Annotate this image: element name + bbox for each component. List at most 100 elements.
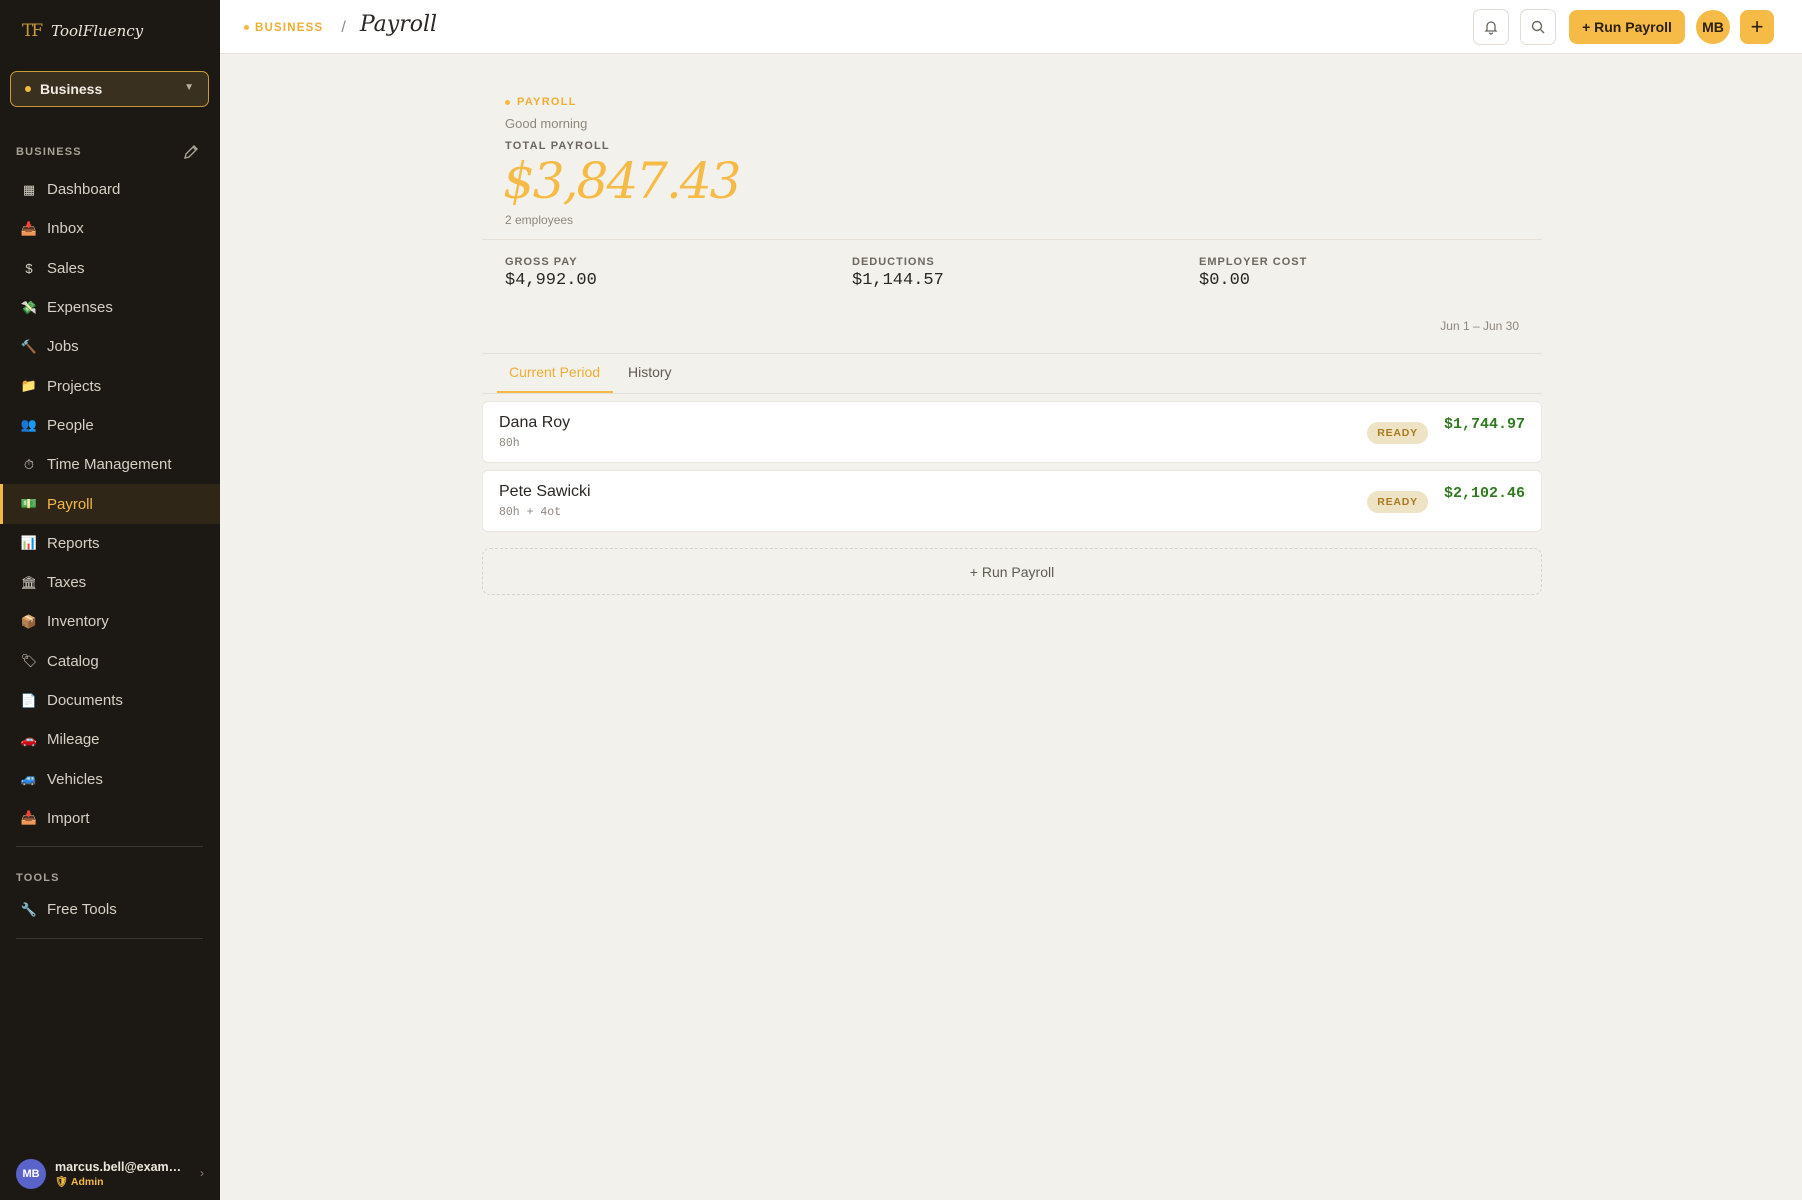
bar-chart-icon: 📊 [20,535,38,551]
sidebar-item-reports[interactable]: 📊 Reports [0,524,220,563]
banknote-icon: 💵 [20,496,38,512]
chevron-right-icon: › [200,1166,204,1180]
breadcrumb: BUSINESS / Payroll [244,12,437,37]
greeting: Good morning [505,116,588,131]
sidebar-item-dashboard[interactable]: ▦ Dashboard [0,170,220,209]
sidebar-item-import[interactable]: 📥 Import [0,799,220,838]
search-icon [1531,20,1545,34]
run-payroll-button[interactable]: + Run Payroll [1569,10,1685,44]
sidebar-item-label: Taxes [47,574,87,592]
sidebar-item-label: Payroll [47,495,93,513]
user-email: marcus.bell@example... [55,1160,187,1174]
sidebar-item-taxes[interactable]: 🏛 Taxes [0,563,220,602]
sidebar-item-label: Projects [47,377,102,395]
sidebar-item-expenses[interactable]: 💸 Expenses [0,288,220,327]
status-badge: READY [1367,422,1428,444]
sidebar-item-label: People [47,416,94,434]
sidebar-item-projects[interactable]: 📁 Projects [0,366,220,405]
stopwatch-icon: ⏱ [23,456,35,472]
employee-name: Pete Sawicki [499,483,591,500]
sidebar-item-time-management[interactable]: ⏱ Time Management [0,445,220,484]
sidebar-item-label: Inventory [47,613,109,631]
tab-current-period[interactable]: Current Period [509,364,600,380]
dashboard-icon: ▦ [22,181,36,197]
sidebar-item-label: Sales [47,259,85,277]
stat-employer-cost: EMPLOYER COST $0.00 [1199,256,1307,290]
employee-amount: $2,102.46 [1443,485,1525,502]
sidebar-item-free-tools[interactable]: 🔧 Free Tools [0,890,220,929]
section-label-tools: TOOLS [16,872,60,884]
breadcrumb-dot [244,25,249,30]
sidebar-item-label: Documents [47,692,123,709]
sidebar-item-catalog[interactable]: 🏷 Catalog [0,642,220,681]
user-info: marcus.bell@example... 🛡 Admin [55,1160,187,1188]
sidebar-item-label: Reports [47,534,100,552]
sidebar-item-inbox[interactable]: 📥 Inbox [0,209,220,248]
sidebar-item-label: Import [47,809,90,827]
brand-logo: TF [22,21,43,41]
page-title: Payroll [359,12,438,37]
sidebar-item-people[interactable]: 👥 People [0,406,220,445]
user-menu[interactable]: MB marcus.bell@example... 🛡 Admin › [0,1148,220,1200]
sidebar-item-label: Catalog [47,652,99,670]
search-button[interactable] [1520,9,1556,45]
employee-hours: 80h + 4ot [499,506,562,519]
workspace-label: Business [40,81,103,97]
employee-count: 2 employees [505,213,574,227]
sidebar-item-documents[interactable]: 📄 Documents [0,681,220,720]
workspace-dot [25,86,31,92]
add-button[interactable]: + [1740,10,1774,44]
brand[interactable]: TF ToolFluency [0,0,220,62]
divider [482,239,1542,240]
sidebar-item-inventory[interactable]: 📦 Inventory [0,602,220,641]
sidebar-item-mileage[interactable]: 🚗 Mileage [0,720,220,759]
stat-label: EMPLOYER COST [1199,256,1308,268]
wrench-icon: 🔧 [20,901,38,917]
active-tab-indicator [497,391,613,393]
sidebar-item-label: Expenses [47,299,113,317]
employee-hours: 80h [499,437,520,450]
section-label-business: BUSINESS [16,146,82,158]
employee-name: Dana Roy [499,414,571,431]
money-wings-icon: 💸 [20,299,38,315]
eyebrow-label: PAYROLL [517,96,577,108]
brand-name: ToolFluency [51,22,144,40]
sidebar: TF ToolFluency Business ▼ BUSINESS ▦ Dash… [0,0,220,1200]
sidebar-divider [16,938,203,939]
stat-label: GROSS PAY [505,256,578,268]
table-row[interactable]: Pete Sawicki 80h + 4ot READY $2,102.46 [482,470,1542,532]
bank-icon: 🏛 [20,574,38,590]
avatar[interactable]: MB [1696,10,1730,44]
tab-history[interactable]: History [628,364,672,380]
car-icon: 🚗 [20,731,38,747]
inbox-icon: 📥 [20,220,38,236]
sidebar-item-label: Inbox [47,220,84,238]
sidebar-item-payroll[interactable]: 💵 Payroll [0,484,220,524]
employee-amount: $1,744.97 [1443,416,1525,433]
sidebar-item-label: Dashboard [47,181,121,199]
period-range: Jun 1 – Jun 30 [1440,319,1519,333]
notifications-button[interactable] [1473,9,1509,45]
shield-icon: 🛡 [55,1176,69,1188]
stat-value: $0.00 [1199,271,1251,290]
stat-label: DEDUCTIONS [852,256,935,268]
sidebar-item-jobs[interactable]: 🔨 Jobs [0,327,220,366]
sidebar-nav: ▦ Dashboard 📥 Inbox $ Sales 💸 Expenses 🔨 Jobs 📁 Pro… [0,170,220,838]
sidebar-item-label: Vehicles [47,770,103,788]
tag-icon: 🏷 [20,653,38,669]
folder-icon: 📁 [20,378,38,394]
table-row[interactable]: Dana Roy 80h READY $1,744.97 [482,401,1542,463]
dollar-icon: $ [25,260,33,276]
workspace-select[interactable]: Business ▼ [10,71,209,107]
sidebar-item-vehicles[interactable]: 🚙 Vehicles [0,759,220,798]
sidebar-item-sales[interactable]: $ Sales [0,249,220,288]
pencil-icon[interactable] [182,143,200,161]
breadcrumb-section[interactable]: BUSINESS [255,22,323,34]
document-icon: 📄 [20,692,38,708]
user-role: 🛡 Admin [55,1175,187,1188]
import-icon: 📥 [20,810,38,826]
people-icon: 👥 [20,417,38,433]
stat-deductions: DEDUCTIONS $1,144.57 [852,256,944,290]
run-payroll-dashed-button[interactable]: + Run Payroll [482,548,1542,595]
truck-icon: 🚙 [20,771,38,787]
